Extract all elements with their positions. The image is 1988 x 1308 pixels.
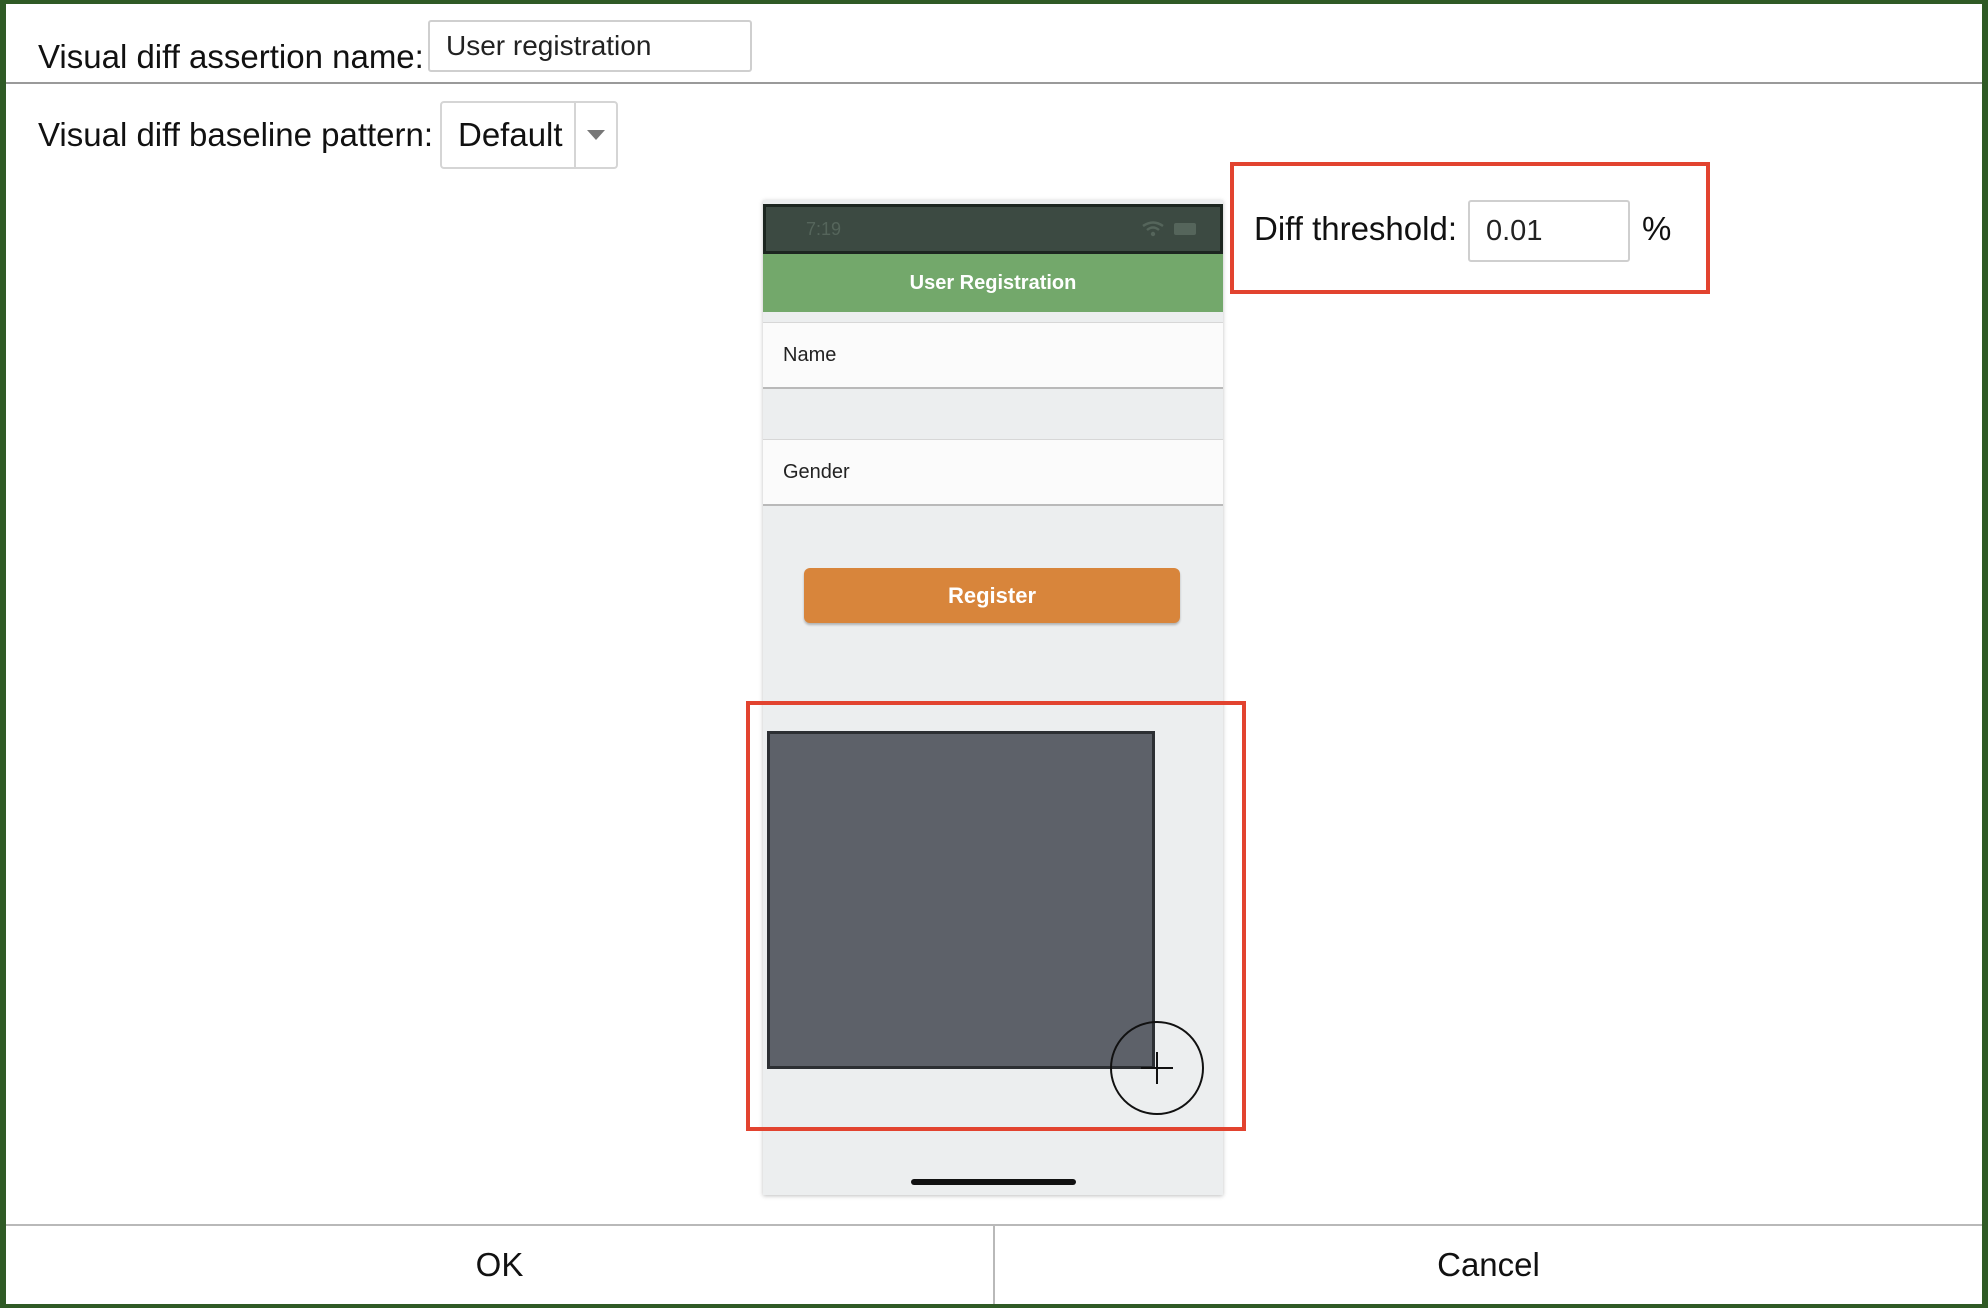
diff-threshold-label: Diff threshold:	[1254, 210, 1457, 247]
visual-diff-dialog: Visual diff assertion name: User registr…	[6, 4, 1982, 1304]
baseline-pattern-select[interactable]: Default	[440, 101, 618, 169]
crosshair-cursor	[1110, 1021, 1204, 1115]
cancel-button[interactable]: Cancel	[993, 1226, 1982, 1304]
ok-button[interactable]: OK	[6, 1226, 993, 1304]
header-divider	[6, 82, 1982, 84]
wifi-icon	[1142, 221, 1164, 237]
diff-threshold-unit: %	[1642, 210, 1672, 247]
assertion-name-label: Visual diff assertion name:	[38, 38, 424, 75]
phone-nav-bar: User Registration	[763, 254, 1223, 312]
phone-status-bar: 7:19	[763, 204, 1223, 254]
status-icons	[1142, 221, 1196, 237]
status-time: 7:19	[806, 218, 842, 239]
dialog-button-bar: OK Cancel	[6, 1224, 1982, 1304]
crosshair-icon	[1141, 1052, 1173, 1084]
gender-field: Gender	[763, 439, 1223, 506]
baseline-pattern-value: Default	[458, 116, 563, 153]
name-field: Name	[763, 322, 1223, 389]
register-button: Register	[804, 568, 1180, 623]
home-indicator	[911, 1179, 1076, 1185]
assertion-name-input[interactable]: User registration	[428, 20, 752, 72]
baseline-pattern-label: Visual diff baseline pattern:	[38, 116, 434, 153]
battery-icon	[1174, 223, 1196, 235]
dropdown-arrow-icon[interactable]	[574, 103, 616, 167]
diff-threshold-input[interactable]: 0.01	[1468, 200, 1630, 262]
